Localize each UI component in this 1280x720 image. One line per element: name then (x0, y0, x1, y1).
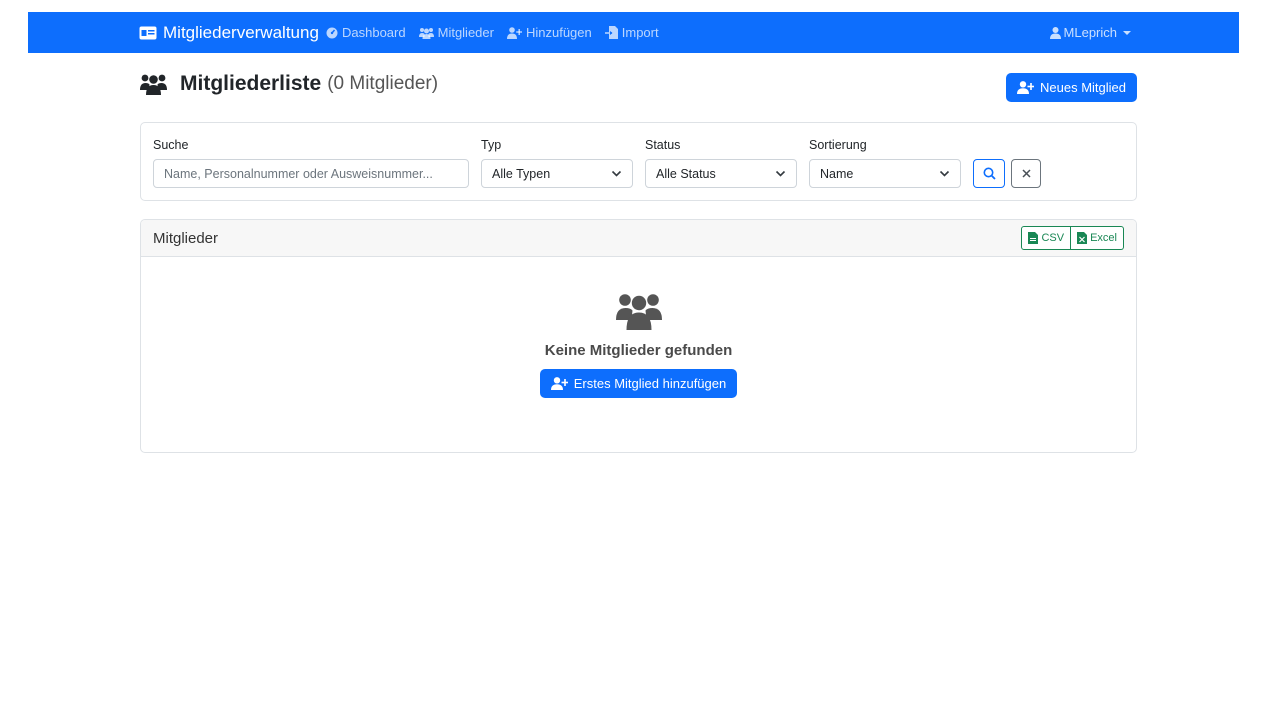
page-title-text: Mitgliederliste (180, 72, 322, 95)
users-icon (140, 74, 167, 95)
sort-label: Sortierung (809, 138, 867, 152)
nav-import-label: Import (621, 25, 659, 40)
members-card-title: Mitglieder (153, 230, 219, 247)
export-button-group: CSV Excel (1021, 226, 1124, 250)
user-plus-icon (506, 26, 522, 39)
tachometer-icon (326, 27, 338, 38)
type-select-value: Alle Typen (492, 166, 551, 181)
new-member-label: Neues Mitglied (1040, 80, 1126, 95)
search-icon (983, 167, 996, 180)
brand-link[interactable]: Mitgliederverwaltung (139, 12, 319, 53)
file-csv-icon (1028, 232, 1039, 244)
type-label: Typ (481, 138, 502, 152)
status-select-value: Alle Status (656, 166, 716, 181)
search-button[interactable] (973, 159, 1005, 188)
chevron-down-icon (611, 170, 622, 177)
reset-filter-button[interactable] (1011, 159, 1041, 188)
nav-links: Dashboard Mitglieder Hinzufügen Import (326, 12, 672, 53)
nav-dashboard[interactable]: Dashboard (326, 25, 406, 40)
chevron-down-icon (775, 170, 786, 177)
user-plus-icon (1017, 81, 1034, 94)
user-menu-toggle[interactable]: MLeprich (1049, 12, 1131, 53)
nav-import[interactable]: Import (604, 25, 659, 40)
export-excel-label: Excel (1090, 232, 1117, 244)
id-card-icon (139, 26, 157, 39)
search-input[interactable]: Name, Personalnummer oder Ausweisnummer.… (153, 159, 469, 188)
nav-members-label: Mitglieder (437, 25, 494, 40)
nav-add-label: Hinzufügen (525, 25, 592, 40)
chevron-down-icon (939, 170, 950, 177)
users-icon (418, 27, 434, 39)
nav-dashboard-label: Dashboard (342, 25, 406, 40)
members-card: Mitglieder CSV Excel Keine Mitglieder ge… (140, 219, 1137, 453)
file-excel-icon (1077, 232, 1088, 244)
close-icon (1021, 169, 1031, 178)
brand-label: Mitgliederverwaltung (163, 22, 319, 42)
add-first-member-label: Erstes Mitglied hinzufügen (573, 376, 727, 391)
search-label: Suche (153, 138, 189, 152)
members-card-header: Mitglieder CSV Excel (141, 220, 1136, 257)
sort-select[interactable]: Name (809, 159, 961, 188)
empty-state-message: Keine Mitglieder gefunden (544, 342, 733, 359)
add-first-member-button[interactable]: Erstes Mitglied hinzufügen (539, 369, 738, 398)
member-count: (0 Mitglieder) (327, 73, 439, 94)
user-name: MLeprich (1063, 25, 1117, 40)
user-icon (1049, 26, 1061, 39)
file-import-icon (604, 26, 618, 39)
new-member-button[interactable]: Neues Mitglied (1006, 73, 1137, 102)
nav-members[interactable]: Mitglieder (418, 25, 494, 40)
caret-down-icon (1123, 30, 1131, 35)
export-csv-label: CSV (1041, 232, 1065, 244)
top-navbar: Mitgliederverwaltung Dashboard Mitgliede… (28, 12, 1239, 53)
status-label: Status (645, 138, 681, 152)
nav-add[interactable]: Hinzufügen (506, 25, 592, 40)
page-title: Mitgliederliste (0 Mitglieder) (140, 72, 438, 96)
empty-state: Keine Mitglieder gefunden Erstes Mitglie… (141, 292, 1136, 398)
user-plus-icon (550, 377, 568, 390)
export-excel-button[interactable]: Excel (1071, 226, 1124, 250)
sort-select-value: Name (820, 166, 854, 181)
export-csv-button[interactable]: CSV (1021, 226, 1072, 250)
users-icon (615, 294, 662, 330)
page-header: Mitgliederliste (0 Mitglieder) Neues Mit… (140, 72, 1137, 102)
status-select[interactable]: Alle Status (645, 159, 797, 188)
filter-card: Suche Name, Personalnummer oder Ausweisn… (140, 122, 1137, 201)
type-select[interactable]: Alle Typen (481, 159, 633, 188)
search-placeholder: Name, Personalnummer oder Ausweisnummer.… (164, 166, 433, 181)
